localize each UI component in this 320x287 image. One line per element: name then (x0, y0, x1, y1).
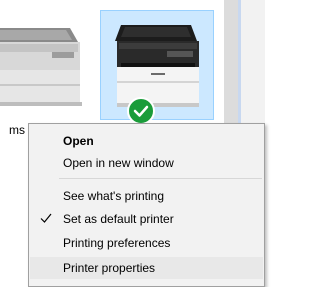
menu-item-printer-properties[interactable]: Printer properties (30, 257, 263, 279)
printer-icon (0, 28, 82, 106)
printer-icon (115, 25, 199, 107)
menu-item-label: Open in new window (63, 156, 174, 170)
menu-item-set-default-printer[interactable]: Set as default printer (30, 208, 263, 230)
menu-item-label: Set as default printer (63, 212, 174, 226)
menu-item-printing-preferences[interactable]: Printing preferences (30, 232, 263, 254)
menu-item-see-whats-printing[interactable]: See what's printing (30, 185, 263, 207)
menu-item-label: Printing preferences (63, 236, 171, 250)
context-menu: Open Open in new window See what's print… (28, 123, 265, 287)
printer-label-fragment: ms (9, 123, 25, 137)
default-printer-check-icon (127, 97, 155, 125)
window-edge (224, 0, 265, 135)
printer-tile-other[interactable] (0, 10, 88, 110)
menu-item-label: See what's printing (63, 189, 165, 203)
menu-item-label: Open (63, 134, 94, 148)
menu-item-open[interactable]: Open (30, 130, 263, 152)
checkmark-icon (40, 213, 52, 223)
printer-tile-default[interactable] (100, 10, 214, 125)
menu-separator (59, 178, 262, 179)
menu-item-open-new-window[interactable]: Open in new window (30, 152, 263, 174)
menu-item-label: Printer properties (63, 261, 156, 275)
